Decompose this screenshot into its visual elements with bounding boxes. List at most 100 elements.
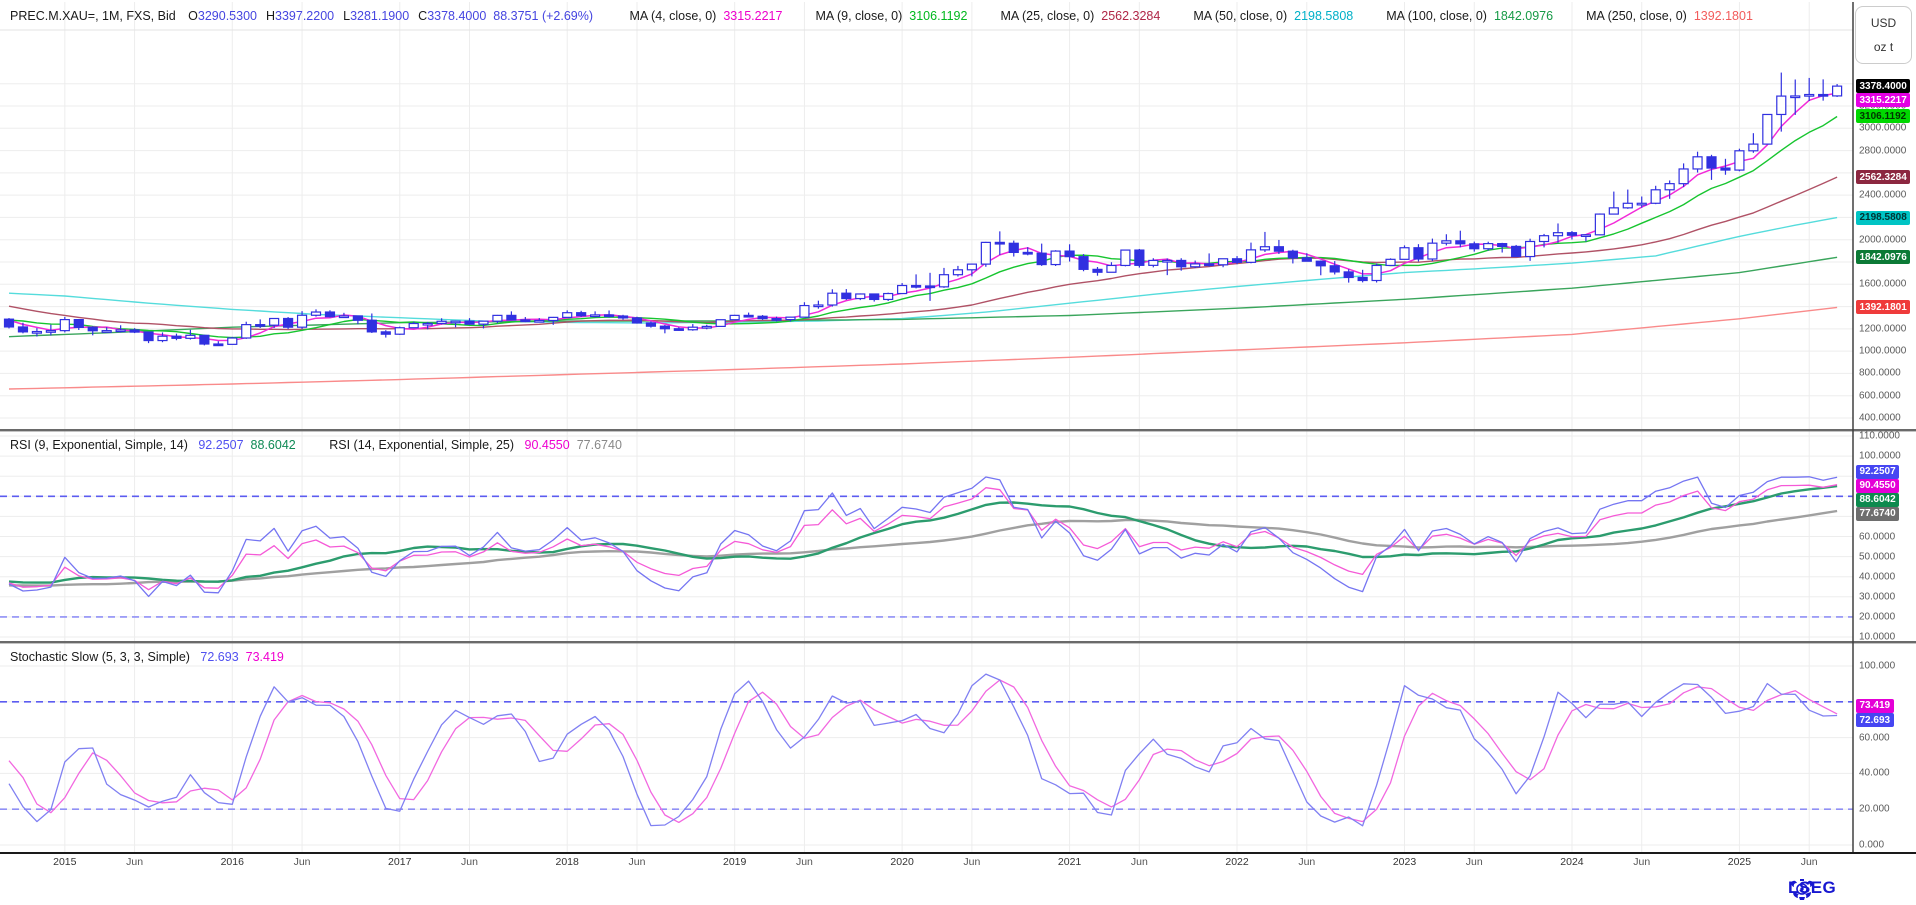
x-axis-label: 2018 xyxy=(556,856,579,868)
ma-label: MA (50, close, 0) xyxy=(1193,9,1287,23)
rsi-value: 90.4550 xyxy=(525,438,570,452)
rsi-slow-label: RSI (14, Exponential, Simple, 25) xyxy=(329,438,514,452)
axis-tick-label: 20.000 xyxy=(1859,804,1890,815)
rsi-legend[interactable]: RSI (9, Exponential, Simple, 14) 92.2507… xyxy=(10,438,622,452)
axis-tick-label: 3000.0000 xyxy=(1859,123,1906,134)
x-axis-label: Jun xyxy=(461,856,478,868)
axis-tick-label: 600.0000 xyxy=(1859,390,1901,401)
stochastic-lines xyxy=(9,674,1837,826)
axis-tick-label: 10.0000 xyxy=(1859,632,1895,643)
x-axis-label: Jun xyxy=(1298,856,1315,868)
ma-value: 2198.5808 xyxy=(1294,9,1353,23)
ma-lines xyxy=(9,93,1837,389)
axis-value-badge: 90.4550 xyxy=(1856,479,1899,493)
x-axis-label: 2015 xyxy=(53,856,76,868)
ma-value: 3315.2217 xyxy=(723,9,782,23)
currency-label: USD xyxy=(1871,16,1896,30)
x-axis-label: 2020 xyxy=(890,856,913,868)
ma-label: MA (250, close, 0) xyxy=(1586,9,1687,23)
panel-separators xyxy=(0,2,1916,854)
ma-legend-item[interactable]: MA (250, close, 0) 1392.1801 xyxy=(1579,9,1753,23)
axis-tick-label: 0.000 xyxy=(1859,840,1884,851)
chart-legend: PREC.M.XAU=, 1M, FXS, Bid O3290.5300 H339… xyxy=(10,5,1753,27)
axis-value-badge: 88.6042 xyxy=(1856,493,1899,507)
axis-tick-label: 100.0000 xyxy=(1859,451,1901,462)
x-axis-label: 2021 xyxy=(1058,856,1081,868)
axis-value-badge: 72.693 xyxy=(1856,713,1894,727)
x-axis-label: Jun xyxy=(294,856,311,868)
chart-canvas[interactable] xyxy=(0,0,1916,905)
ma-legend-item[interactable]: MA (50, close, 0) 2198.5808 xyxy=(1186,9,1353,23)
unit-selector[interactable]: USD oz t xyxy=(1855,6,1912,64)
axis-value-badge: 3106.1192 xyxy=(1856,109,1910,123)
candlesticks xyxy=(5,73,1842,346)
ma-value: 3106.1192 xyxy=(909,9,967,23)
x-axis-label: Jun xyxy=(1466,856,1483,868)
ma-label: MA (100, close, 0) xyxy=(1386,9,1487,23)
x-axis-label: 2023 xyxy=(1393,856,1416,868)
x-axis-label: 2025 xyxy=(1728,856,1751,868)
ma-legend-item[interactable]: MA (25, close, 0)2562.3284 xyxy=(993,9,1160,23)
axis-tick-label: 60.0000 xyxy=(1859,531,1895,542)
stoch-value: 72.693 xyxy=(200,650,238,664)
ohlc-value: 3281.1900 xyxy=(350,9,409,23)
stoch-label: Stochastic Slow (5, 3, 3, Simple) xyxy=(10,650,190,664)
ma-legend-item[interactable]: MA (9, close, 0) 3106.1192 xyxy=(808,9,967,23)
stoch-legend[interactable]: Stochastic Slow (5, 3, 3, Simple) 72.693… xyxy=(10,650,284,664)
ohlc-value: 3397.2200 xyxy=(275,9,334,23)
axis-tick-label: 1000.0000 xyxy=(1859,346,1906,357)
x-axis-label: Jun xyxy=(126,856,143,868)
axis-tick-label: 40.000 xyxy=(1859,768,1890,779)
ohlc-letter: O xyxy=(188,9,198,23)
x-axis-label: Jun xyxy=(1131,856,1148,868)
axis-value-badge: 1842.0976 xyxy=(1856,250,1910,264)
axis-value-badge: 1392.1801 xyxy=(1856,300,1910,314)
ma-value: 1842.0976 xyxy=(1494,9,1553,23)
ma-legend: MA (4, close, 0) 3315.2217 MA (9, close, 0… xyxy=(597,9,1753,23)
ohlc-value: 3378.4000 xyxy=(427,9,486,23)
axis-tick-label: 50.0000 xyxy=(1859,551,1895,562)
stoch-value: 73.419 xyxy=(246,650,284,664)
axis-tick-label: 20.0000 xyxy=(1859,611,1895,622)
rsi-fast-label: RSI (9, Exponential, Simple, 14) xyxy=(10,438,188,452)
ohlc-letter: C xyxy=(418,9,427,23)
axis-tick-label: 100.000 xyxy=(1859,661,1895,672)
ma-value: 1392.1801 xyxy=(1694,9,1753,23)
ma-legend-item[interactable]: MA (100, close, 0) 1842.0976 xyxy=(1379,9,1553,23)
lseg-logo[interactable]: LSEG xyxy=(1788,878,1836,898)
instrument-title[interactable]: PREC.M.XAU=, 1M, FXS, Bid xyxy=(10,9,176,23)
ohlc-readout[interactable]: O3290.5300H3397.2200L3281.1900C3378.4000… xyxy=(179,9,593,23)
ma-label: MA (9, close, 0) xyxy=(815,9,902,23)
axis-tick-label: 110.0000 xyxy=(1859,431,1900,442)
lseg-crest-icon xyxy=(1788,878,1816,902)
ma-label: MA (4, close, 0) xyxy=(630,9,717,23)
axis-value-badge: 3378.4000 xyxy=(1856,79,1910,93)
axis-value-badge: 2562.3284 xyxy=(1856,170,1910,184)
rsi-value: 88.6042 xyxy=(251,438,296,452)
ma-legend-item[interactable]: MA (4, close, 0) 3315.2217 xyxy=(623,9,783,23)
axis-tick-label: 60.000 xyxy=(1859,732,1890,743)
axis-tick-label: 40.0000 xyxy=(1859,571,1895,582)
x-axis-label: Jun xyxy=(1633,856,1650,868)
x-axis-label: 2022 xyxy=(1225,856,1248,868)
axis-tick-label: 400.0000 xyxy=(1859,412,1901,423)
axis-tick-label: 2000.0000 xyxy=(1859,234,1906,245)
axis-value-badge: 92.2507 xyxy=(1856,465,1899,479)
x-axis-label: 2019 xyxy=(723,856,746,868)
x-axis-label: Jun xyxy=(1801,856,1818,868)
x-axis-label: Jun xyxy=(629,856,646,868)
x-axis-label: 2017 xyxy=(388,856,411,868)
axis-value-badge: 73.419 xyxy=(1856,699,1894,713)
ohlc-value: 3290.5300 xyxy=(198,9,257,23)
x-axis-label: 2016 xyxy=(221,856,244,868)
rsi-value: 92.2507 xyxy=(198,438,243,452)
axis-tick-label: 2400.0000 xyxy=(1859,190,1906,201)
ma-value: 2562.3284 xyxy=(1101,9,1160,23)
axis-tick-label: 1600.0000 xyxy=(1859,279,1906,290)
axis-tick-label: 1200.0000 xyxy=(1859,323,1906,334)
x-axis-label: Jun xyxy=(963,856,980,868)
ohlc-letter: H xyxy=(266,9,275,23)
x-axis-label: 2024 xyxy=(1560,856,1583,868)
axis-tick-label: 30.0000 xyxy=(1859,591,1895,602)
net-change: 88.3751 (+2.69%) xyxy=(493,9,593,23)
